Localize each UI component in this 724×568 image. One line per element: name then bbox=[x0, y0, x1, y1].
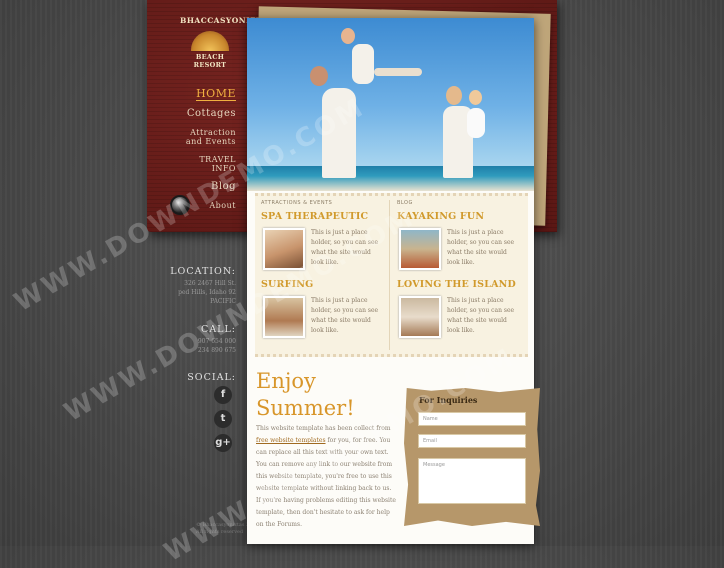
headline-line2: Summer! bbox=[256, 396, 355, 420]
kayaking-thumbnail[interactable] bbox=[399, 228, 441, 270]
templates-link[interactable]: free website templates bbox=[256, 437, 326, 444]
headline: Enjoy Summer! bbox=[256, 368, 396, 422]
event-text-kayaking: This is just a place holder, so you can … bbox=[447, 229, 515, 266]
event-title-kayaking[interactable]: KAYAKING FUN bbox=[397, 211, 525, 222]
nav-home[interactable]: HOME bbox=[196, 88, 236, 101]
event-title-island[interactable]: LOVING THE ISLAND bbox=[397, 279, 525, 290]
intro-text-end: for you, for free. You can replace all t… bbox=[256, 437, 396, 528]
email-field[interactable]: Email bbox=[418, 434, 526, 448]
event-item-kayaking[interactable]: This is just a place holder, so you can … bbox=[397, 228, 525, 274]
nav-attraction-line1: Attraction bbox=[190, 128, 236, 137]
nav-cottages[interactable]: Cottages bbox=[186, 109, 236, 119]
island-thumbnail[interactable] bbox=[399, 296, 441, 338]
palm-sunset-icon bbox=[191, 31, 229, 51]
event-title-surfing[interactable]: SURFING bbox=[261, 279, 389, 290]
address-line2: ped Hills, Idaho 92 bbox=[178, 289, 236, 296]
nav-attraction[interactable]: Attraction and Events bbox=[186, 128, 236, 146]
hero-sky bbox=[247, 18, 534, 166]
attractions-label: ATTRACTIONS & EVENTS bbox=[261, 200, 333, 206]
column-divider bbox=[389, 200, 390, 350]
social-heading: SOCIAL: bbox=[187, 372, 236, 383]
social-icons: f t g+ bbox=[214, 386, 238, 458]
nav-blog[interactable]: Blog bbox=[186, 182, 236, 192]
attractions-column: ATTRACTIONS & EVENTS SPA THERAPEUTIC Thi… bbox=[261, 200, 389, 342]
hero-sea bbox=[247, 166, 534, 191]
message-field[interactable]: Message bbox=[418, 458, 526, 504]
event-item-island[interactable]: This is just a place holder, so you can … bbox=[397, 296, 525, 342]
headline-line1: Enjoy bbox=[256, 369, 316, 393]
call-block: CALL: 907 654 000 234 890 675 bbox=[198, 324, 236, 355]
father-figure bbox=[322, 88, 356, 178]
event-text-spa: This is just a place holder, so you can … bbox=[311, 229, 379, 266]
nav-travel-line2: INFO bbox=[211, 164, 236, 173]
phone-line1: 907 654 000 bbox=[197, 338, 236, 345]
phone-line2: 234 890 675 bbox=[197, 347, 236, 354]
nav-travel-info[interactable]: TRAVEL INFO bbox=[186, 155, 236, 173]
blog-column: BLOG KAYAKING FUN This is just a place h… bbox=[397, 200, 525, 342]
address-line3: PACIFIC bbox=[210, 298, 236, 305]
facebook-icon[interactable]: f bbox=[214, 386, 232, 404]
event-text-island: This is just a place holder, so you can … bbox=[447, 297, 515, 334]
brand-name: BHACCASYONIZTAS bbox=[180, 16, 275, 25]
main-nav: HOME Cottages Attraction and Events TRAV… bbox=[186, 82, 236, 219]
nav-attraction-line2: and Events bbox=[185, 137, 236, 146]
daughter-figure bbox=[467, 108, 485, 138]
intro-text-start: This website template has been collect f… bbox=[256, 425, 391, 432]
inquiry-form: For Inquiries Name Email Message bbox=[404, 388, 540, 526]
name-field[interactable]: Name bbox=[418, 412, 526, 426]
inquiry-title: For Inquiries bbox=[419, 395, 478, 405]
social-block: SOCIAL: bbox=[187, 372, 236, 383]
location-block: LOCATION: 326 2467 Hill St. ped Hills, I… bbox=[170, 266, 236, 306]
footer-line2: All rights reserved bbox=[196, 529, 244, 535]
mother-head bbox=[446, 86, 462, 105]
blog-label: BLOG bbox=[397, 200, 413, 206]
intro-paragraph: This website template has been collect f… bbox=[256, 423, 396, 531]
nav-about[interactable]: About bbox=[186, 201, 236, 210]
event-item-surfing[interactable]: This is just a place holder, so you can … bbox=[261, 296, 389, 342]
brand-tagline: BEACH RESORT bbox=[193, 53, 227, 69]
address-line1: 326 2467 Hill St. bbox=[184, 280, 236, 287]
event-text-surfing: This is just a place holder, so you can … bbox=[311, 297, 379, 334]
daughter-head bbox=[469, 90, 482, 105]
child-figure bbox=[352, 44, 374, 84]
surfing-thumbnail[interactable] bbox=[263, 296, 305, 338]
twitter-icon[interactable]: t bbox=[214, 410, 232, 428]
googleplus-icon[interactable]: g+ bbox=[214, 434, 232, 452]
spa-thumbnail[interactable] bbox=[263, 228, 305, 270]
event-item-spa[interactable]: This is just a place holder, so you can … bbox=[261, 228, 389, 274]
child-head bbox=[341, 28, 355, 44]
site-logo[interactable]: BHACCASYONIZTAS BEACH RESORT bbox=[180, 16, 275, 69]
events-section: ATTRACTIONS & EVENTS SPA THERAPEUTIC Thi… bbox=[255, 193, 528, 357]
nav-travel-line1: TRAVEL bbox=[199, 155, 236, 164]
hero-photo bbox=[247, 18, 534, 191]
phone-numbers: 907 654 000 234 890 675 bbox=[198, 337, 236, 355]
call-heading: CALL: bbox=[201, 324, 236, 335]
father-head bbox=[310, 66, 328, 86]
location-address: 326 2467 Hill St. ped Hills, Idaho 92 PA… bbox=[170, 279, 236, 306]
location-heading: LOCATION: bbox=[170, 266, 236, 277]
child-legs bbox=[374, 68, 422, 76]
event-title-spa[interactable]: SPA THERAPEUTIC bbox=[261, 211, 389, 222]
